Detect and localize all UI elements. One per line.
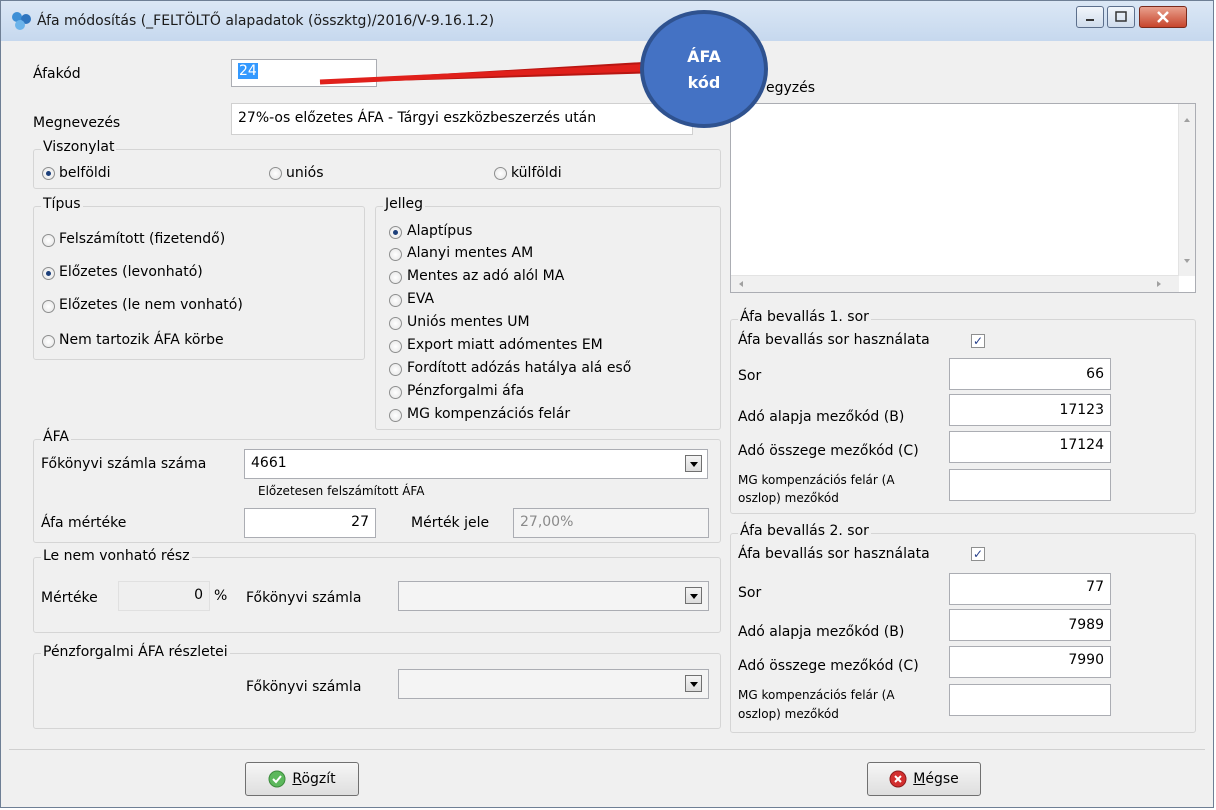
afa-kod-callout: ÁFA kód bbox=[640, 10, 768, 128]
callout-line2: kód bbox=[687, 73, 721, 92]
callout-line1: ÁFA bbox=[687, 47, 721, 66]
annotation-arrow bbox=[319, 60, 664, 85]
